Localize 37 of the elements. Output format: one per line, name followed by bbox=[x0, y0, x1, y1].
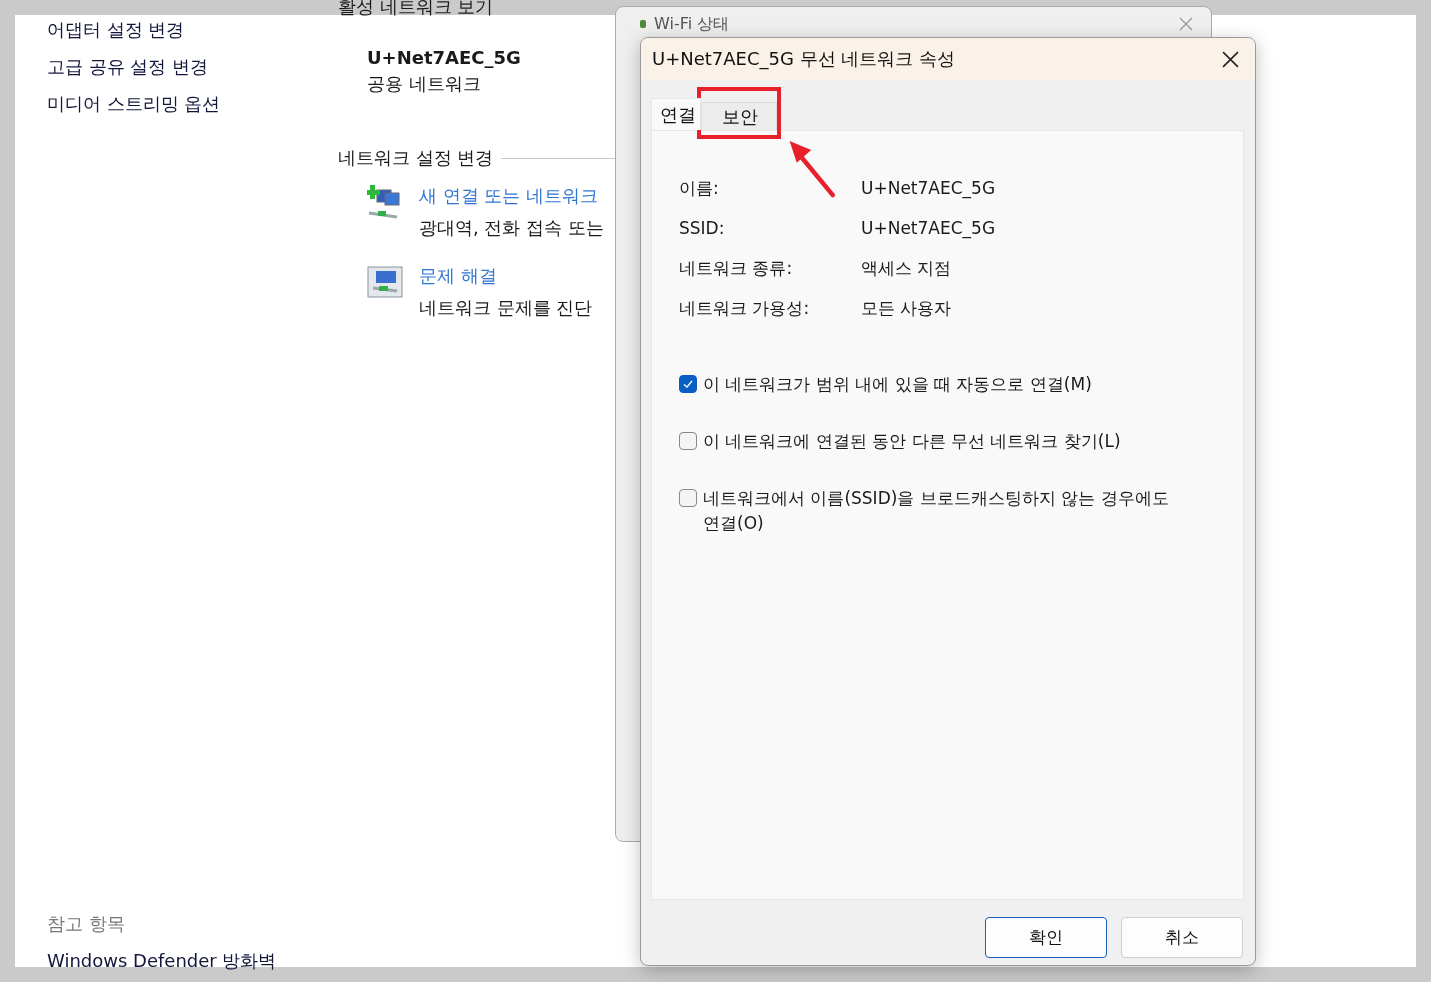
checkmark-icon bbox=[682, 378, 694, 390]
checkbox[interactable] bbox=[679, 432, 697, 450]
task-link[interactable]: 새 연결 또는 네트워크 bbox=[419, 184, 604, 208]
firewall-link[interactable]: Windows Defender 방화벽 bbox=[47, 948, 338, 973]
network-name: U+Net7AEC_5G bbox=[367, 47, 522, 68]
close-icon[interactable] bbox=[1221, 50, 1239, 68]
see-also-heading: 참고 항목 bbox=[47, 912, 126, 936]
tab[interactable]: 보안 bbox=[701, 102, 777, 130]
sidebar-link[interactable]: 어댑터 설정 변경 bbox=[47, 17, 338, 42]
new-connection-icon bbox=[367, 184, 403, 220]
property-value: U+Net7AEC_5G bbox=[861, 217, 996, 240]
cancel-button[interactable]: 취소 bbox=[1121, 917, 1243, 958]
option-label: 네트워크에서 이름(SSID)을 브로드캐스팅하지 않는 경우에도 연결(O) bbox=[703, 487, 1170, 535]
window-title: U+Net7AEC_5G 무선 네트워크 속성 bbox=[652, 47, 956, 71]
property-value: 액세스 지점 bbox=[861, 257, 952, 280]
property-value: 모든 사용자 bbox=[861, 297, 952, 320]
task-description: 네트워크 문제를 진단 bbox=[419, 296, 593, 320]
checkbox[interactable] bbox=[679, 489, 697, 507]
option-label: 이 네트워크가 범위 내에 있을 때 자동으로 연결(M) bbox=[703, 373, 1092, 396]
window-title: Wi-Fi 상태 bbox=[654, 13, 730, 35]
sidebar-link[interactable]: 미디어 스트리밍 옵션 bbox=[47, 91, 338, 116]
section-heading: 활성 네트워크 보기 bbox=[338, 0, 494, 19]
option-label: 이 네트워크에 연결된 동안 다른 무선 네트워크 찾기(L) bbox=[703, 430, 1121, 453]
property-label: 이름: bbox=[679, 177, 720, 200]
property-label: 네트워크 가용성: bbox=[679, 297, 811, 320]
property-value: U+Net7AEC_5G bbox=[861, 177, 996, 200]
checkbox[interactable] bbox=[679, 375, 697, 393]
tab[interactable]: 연결 bbox=[651, 98, 701, 130]
property-label: SSID: bbox=[679, 217, 726, 240]
task-link[interactable]: 문제 해결 bbox=[419, 264, 593, 288]
ok-button[interactable]: 확인 bbox=[985, 917, 1107, 958]
network-category: 공용 네트워크 bbox=[367, 72, 482, 96]
troubleshoot-icon bbox=[367, 264, 403, 300]
section-heading: 네트워크 설정 변경 bbox=[338, 146, 494, 170]
property-label: 네트워크 종류: bbox=[679, 257, 794, 280]
task-description: 광대역, 전화 접속 또는 bbox=[419, 216, 604, 240]
sidebar-link[interactable]: 고급 공유 설정 변경 bbox=[47, 54, 338, 79]
